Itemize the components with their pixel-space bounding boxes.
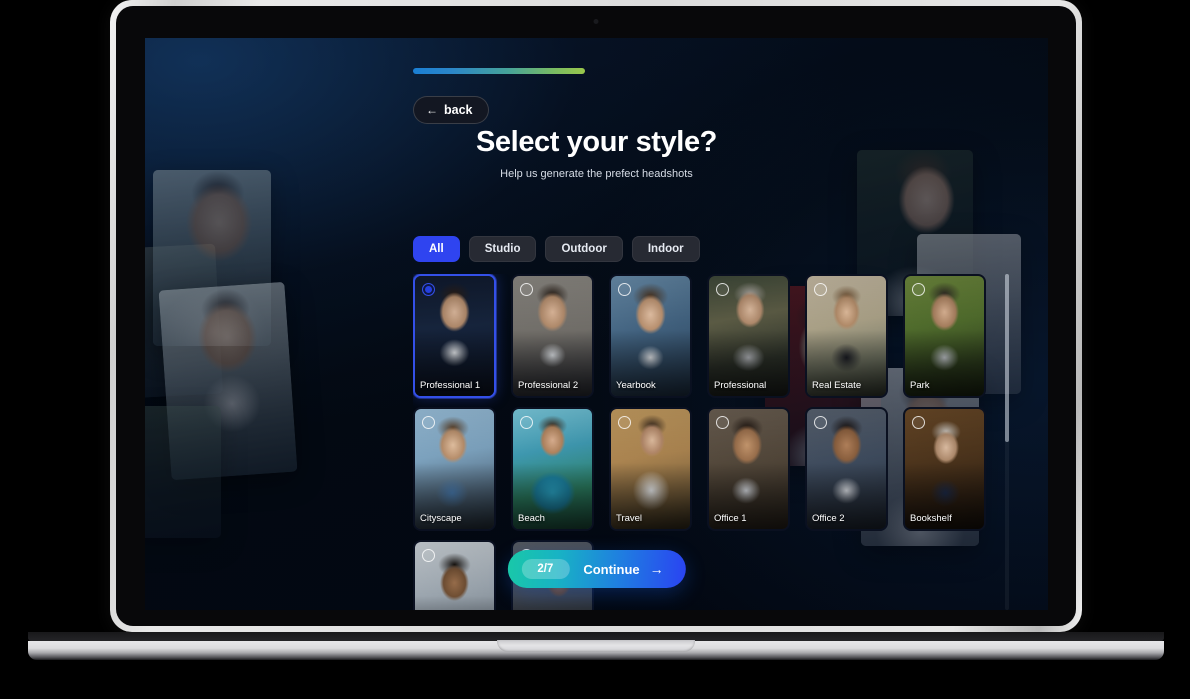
filter-chip-all[interactable]: All <box>413 236 460 262</box>
style-card[interactable]: Professional 1 <box>413 274 496 398</box>
radio-selected-icon[interactable] <box>422 283 435 296</box>
screenshot-stage: ← back Select your style? Help us genera… <box>0 0 1190 699</box>
style-card-label: Yearbook <box>616 380 656 391</box>
arrow-left-icon: ← <box>426 103 438 117</box>
style-card-label: Office 2 <box>812 513 845 524</box>
style-grid-viewport: Professional 1 Professional 2 Yearbook Prof… <box>413 274 998 610</box>
progress-bar-fill <box>413 68 585 74</box>
style-grid: Professional 1 Professional 2 Yearbook Prof… <box>413 274 998 610</box>
radio-unselected-icon[interactable] <box>520 416 533 429</box>
style-card[interactable]: Real Estate <box>805 274 888 398</box>
style-card-label: Professional 2 <box>518 380 579 391</box>
style-card-label: Beach <box>518 513 545 524</box>
radio-unselected-icon[interactable] <box>618 416 631 429</box>
style-card-label: Professional 1 <box>420 380 481 391</box>
filter-chip-label: All <box>429 243 444 255</box>
radio-unselected-icon[interactable] <box>422 549 435 562</box>
style-filter-tabs: All Studio Outdoor Indoor <box>413 236 700 262</box>
style-card[interactable]: Park <box>903 274 986 398</box>
laptop-screen: ← back Select your style? Help us genera… <box>145 38 1048 610</box>
style-card[interactable]: Professional 2 <box>511 274 594 398</box>
laptop-mockup: ← back Select your style? Help us genera… <box>110 0 1082 632</box>
style-card-label: Professional <box>714 380 767 391</box>
radio-unselected-icon[interactable] <box>520 283 533 296</box>
filter-chip-indoor[interactable]: Indoor <box>631 236 700 262</box>
page-content: ← back Select your style? Help us genera… <box>145 38 1048 610</box>
style-card[interactable]: Yearbook <box>609 274 692 398</box>
radio-unselected-icon[interactable] <box>716 283 729 296</box>
radio-unselected-icon[interactable] <box>618 283 631 296</box>
style-card-label: Cityscape <box>420 513 462 524</box>
radio-unselected-icon[interactable] <box>814 416 827 429</box>
radio-unselected-icon[interactable] <box>716 416 729 429</box>
filter-chip-label: Indoor <box>647 243 684 255</box>
style-card[interactable]: Office 1 <box>707 407 790 531</box>
scrollbar-thumb[interactable] <box>1005 274 1009 442</box>
back-button[interactable]: ← back <box>413 96 489 124</box>
radio-unselected-icon[interactable] <box>912 416 925 429</box>
arrow-right-icon: → <box>649 561 664 577</box>
step-counter-badge: 2/7 <box>521 559 570 579</box>
style-card-label: Real Estate <box>812 380 862 391</box>
style-card[interactable]: Beach <box>511 407 594 531</box>
style-card[interactable]: Travel <box>609 407 692 531</box>
scrollbar-track[interactable] <box>1005 274 1009 610</box>
filter-chip-studio[interactable]: Studio <box>468 236 537 262</box>
page-subtitle: Help us generate the prefect headshots <box>500 168 693 180</box>
style-card[interactable]: Bookshelf <box>903 407 986 531</box>
style-card-label: Travel <box>616 513 643 524</box>
filter-chip-outdoor[interactable]: Outdoor <box>545 236 623 262</box>
progress-bar <box>413 68 585 74</box>
style-card-label: Bookshelf <box>910 513 952 524</box>
style-card[interactable]: Office 2 <box>805 407 888 531</box>
style-card-label: Office 1 <box>714 513 747 524</box>
style-card-label: Park <box>910 380 930 391</box>
laptop-base-notch <box>497 640 695 652</box>
laptop-base <box>28 632 1164 660</box>
filter-chip-label: Studio <box>484 243 521 255</box>
radio-unselected-icon[interactable] <box>912 283 925 296</box>
webcam-icon <box>593 19 599 24</box>
radio-unselected-icon[interactable] <box>422 416 435 429</box>
continue-button[interactable]: 2/7 Continue → <box>507 550 686 588</box>
style-card[interactable] <box>413 540 496 610</box>
continue-button-label: Continue <box>583 561 640 577</box>
filter-chip-label: Outdoor <box>561 243 607 255</box>
radio-unselected-icon[interactable] <box>814 283 827 296</box>
back-button-label: back <box>444 103 473 117</box>
page-title: Select your style? <box>475 126 717 158</box>
style-card[interactable]: Professional <box>707 274 790 398</box>
style-card[interactable]: Cityscape <box>413 407 496 531</box>
